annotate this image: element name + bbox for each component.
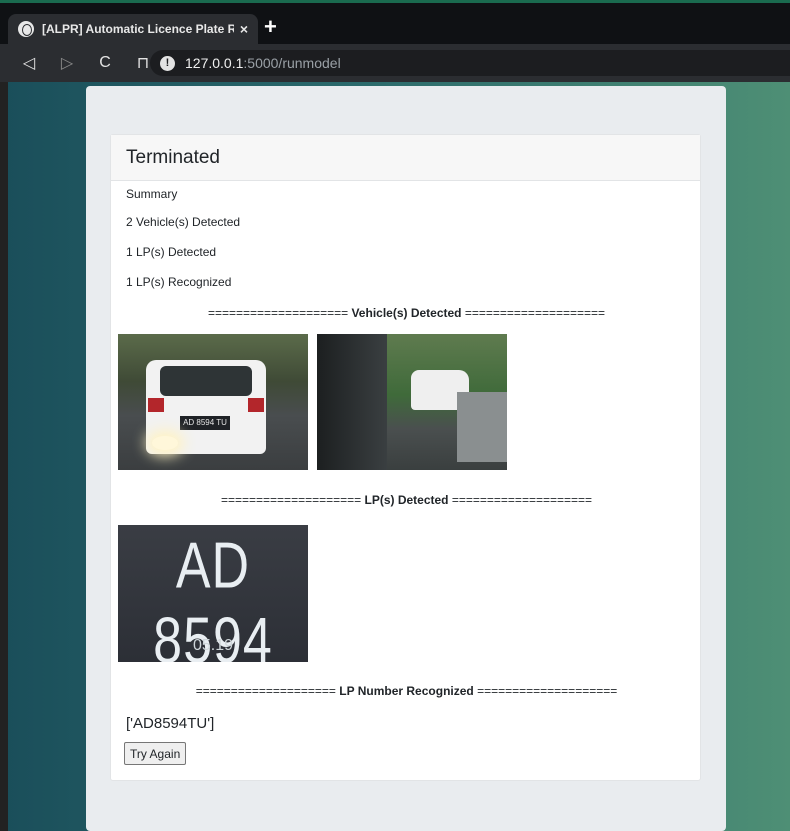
tab-title: [ALPR] Automatic Licence Plate R: [42, 22, 234, 36]
vehicle-image-1: AD 8594 TU: [118, 334, 308, 470]
card-header: Terminated: [111, 135, 700, 181]
number-section-divider: ==================== LP Number Recognize…: [195, 684, 618, 698]
number-section-title: LP Number Recognized: [339, 684, 474, 698]
try-again-button[interactable]: Try Again: [124, 742, 187, 765]
result-card: Terminated Summary 2 Vehicle(s) Detected…: [110, 134, 701, 781]
url-host: 127.0.0.1: [185, 55, 244, 71]
recognized-plate-number: ['AD8594TU']: [126, 715, 215, 732]
plate-expiry: 05.19: [192, 637, 234, 654]
browser-toolbar: ◁ ▷ C ⊓ ! 127.0.0.1:5000/runmodel: [0, 44, 790, 82]
window-edge: [0, 82, 8, 831]
vehicles-detected-count: 2 Vehicle(s) Detected: [126, 215, 241, 229]
summary-label: Summary: [126, 187, 178, 201]
browser-tab-bar: [ALPR] Automatic Licence Plate R × +: [0, 0, 790, 44]
forward-icon[interactable]: ▷: [58, 53, 76, 73]
lp-section-title: LP(s) Detected: [364, 493, 449, 507]
url-path: :5000/runmodel: [243, 55, 341, 71]
tab-close-icon[interactable]: ×: [240, 21, 248, 37]
lp-detected-count: 1 LP(s) Detected: [126, 245, 217, 259]
vehicle-image-2: [317, 334, 507, 470]
lp-recognized-count: 1 LP(s) Recognized: [126, 275, 232, 289]
back-icon[interactable]: ◁: [20, 53, 38, 73]
car-plate: AD 8594 TU: [180, 416, 230, 430]
browser-tab[interactable]: [ALPR] Automatic Licence Plate R ×: [8, 14, 258, 44]
new-tab-button[interactable]: +: [264, 16, 277, 38]
info-icon[interactable]: !: [160, 55, 175, 71]
reload-icon[interactable]: C: [96, 54, 114, 72]
vehicles-section-divider: ==================== Vehicle(s) Detected…: [207, 306, 606, 320]
car-rear: AD 8594 TU: [146, 360, 266, 454]
vehicles-section-title: Vehicle(s) Detected: [351, 306, 462, 320]
license-plate-image: AD 8594 TU 05.19: [118, 525, 308, 662]
globe-icon: [18, 21, 34, 37]
window-accent-line: [0, 0, 790, 3]
address-bar[interactable]: ! 127.0.0.1:5000/runmodel: [150, 50, 790, 76]
lp-section-divider: ==================== LP(s) Detected ====…: [220, 493, 593, 507]
